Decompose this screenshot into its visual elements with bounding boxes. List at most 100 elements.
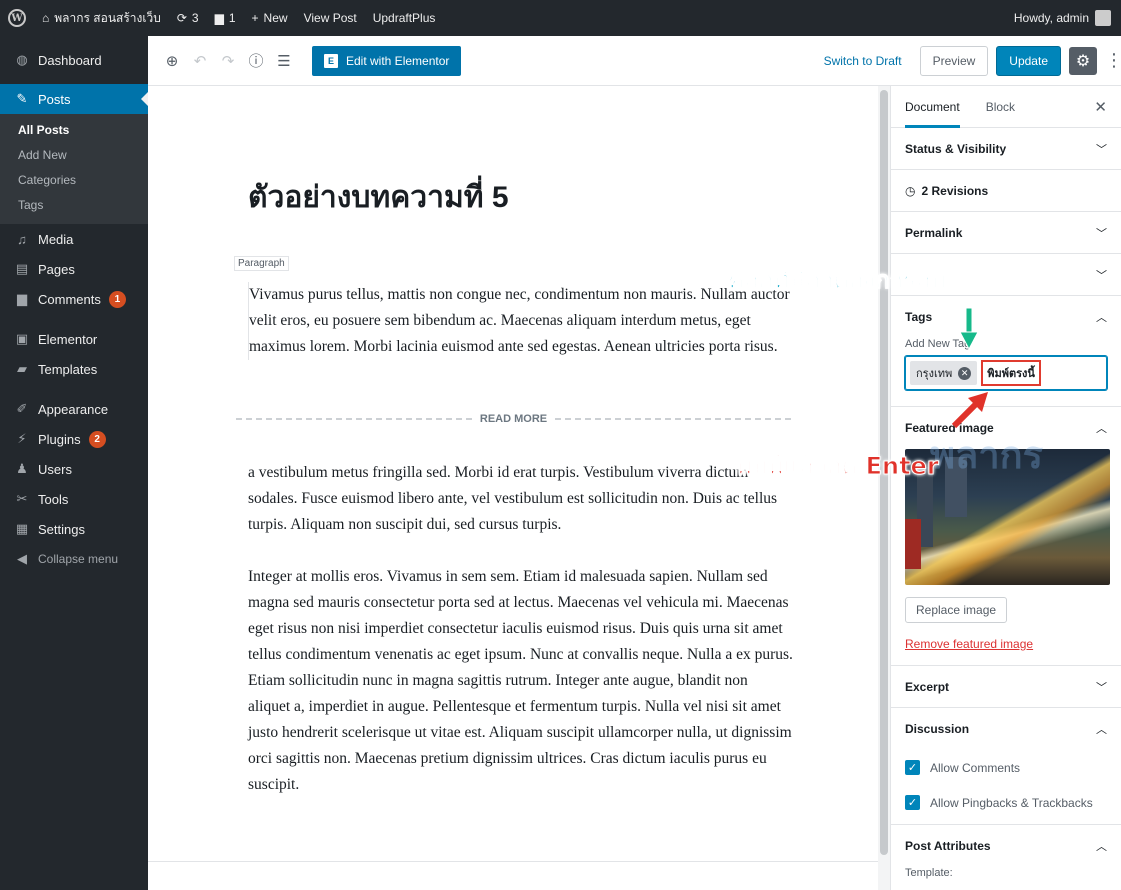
pushpin-icon: ✎ [16, 91, 28, 106]
settings-gear-icon[interactable]: ⚙ [1069, 46, 1097, 75]
tag-chip: กรุงเทพ ✕ [910, 361, 978, 385]
updates-icon: ⟳ [176, 11, 187, 25]
avatar [1095, 10, 1111, 26]
switch-to-draft-link[interactable]: Switch to Draft [824, 54, 902, 68]
sidebar-item-posts[interactable]: ✎ Posts [0, 84, 148, 114]
submenu-all-posts[interactable]: All Posts [0, 118, 148, 143]
submenu-add-new[interactable]: Add New [0, 143, 148, 168]
redo-icon[interactable]: ↷ [214, 52, 242, 70]
sidebar-item-label: Posts [38, 91, 71, 107]
chevron-down-icon: ﹀ [1096, 143, 1107, 156]
account-menu[interactable]: Howdy, admin [1006, 0, 1121, 36]
replace-image-button[interactable]: Replace image [905, 597, 1008, 623]
remove-featured-image-link[interactable]: Remove featured image [905, 637, 1107, 651]
howdy-text: Howdy, admin [1013, 11, 1089, 25]
comments-menu[interactable]: ▆ 1 [207, 0, 244, 36]
tab-block[interactable]: Block [986, 86, 1015, 128]
add-block-icon[interactable]: ⊕ [158, 52, 186, 70]
preview-button[interactable]: Preview [919, 45, 989, 76]
sidebar-item-tools[interactable]: ✂ Tools [0, 484, 148, 514]
panel-title: Tags [905, 310, 933, 324]
plugin-icon: ⚡ [17, 431, 27, 446]
sidebar-item-appearance[interactable]: ✐ Appearance [0, 394, 148, 424]
more-options-icon[interactable]: ⋮ [1105, 50, 1121, 71]
tag-chip-label: กรุงเทพ [916, 368, 953, 380]
tab-document[interactable]: Document [905, 86, 960, 128]
new-content-menu[interactable]: + New [244, 0, 296, 36]
annotation-click-to-delete: คลิกที่นี่ถ้าต้องการลบ [727, 266, 947, 295]
panel-discussion-body: ✓ Allow Comments ✓ Allow Pingbacks & Tra… [891, 750, 1121, 825]
info-icon[interactable]: ⓘ [242, 50, 270, 71]
edit-with-elementor-button[interactable]: E Edit with Elementor [312, 45, 462, 76]
panel-discussion-header[interactable]: Discussion ︿ [891, 708, 1121, 750]
sidebar-item-dashboard[interactable]: ◍ Dashboard [0, 45, 148, 75]
wrench-icon: ✂ [16, 491, 28, 506]
panel-permalink[interactable]: Permalink ﹀ [891, 212, 1121, 254]
sidebar-item-label: Users [38, 461, 72, 477]
panel-post-attributes-body: Template: [891, 867, 1121, 879]
collapse-menu-button[interactable]: ◀ Collapse menu [0, 544, 148, 574]
allow-pingbacks-checkbox[interactable]: ✓ Allow Pingbacks & Trackbacks [905, 785, 1107, 820]
paragraph-block[interactable]: Integer at mollis eros. Vivamus in sem s… [248, 564, 793, 798]
chevron-down-icon: ﹀ [1096, 681, 1107, 694]
media-icon: ♫ [17, 231, 27, 247]
panel-tags-header[interactable]: Tags ︿ [891, 296, 1121, 338]
sidebar-item-plugins[interactable]: ⚡ Plugins 2 [0, 424, 148, 454]
sidebar-item-media[interactable]: ♫ Media [0, 224, 148, 254]
sidebar-item-elementor[interactable]: ▣ Elementor [0, 324, 148, 354]
panel-status-visibility[interactable]: Status & Visibility ﹀ [891, 128, 1121, 170]
chevron-up-icon: ︿ [1096, 841, 1107, 853]
sidebar-item-settings[interactable]: ▦ Settings [0, 514, 148, 544]
undo-icon[interactable]: ↶ [186, 52, 214, 70]
checkbox-label: Allow Comments [930, 760, 1021, 775]
read-more-separator[interactable]: READ MORE [236, 413, 792, 425]
sidebar-item-templates[interactable]: ▰ Templates [0, 354, 148, 384]
allow-comments-checkbox[interactable]: ✓ Allow Comments [905, 750, 1107, 785]
sidebar-item-label: Settings [38, 521, 85, 537]
block-navigation-icon[interactable]: ☰ [270, 52, 298, 70]
sidebar-item-label: Templates [38, 361, 98, 377]
folder-icon: ▰ [17, 361, 27, 376]
post-title[interactable]: ตัวอย่างบทความที่ 5 [248, 174, 509, 221]
panel-excerpt[interactable]: Excerpt ﹀ [891, 666, 1121, 708]
view-post-link[interactable]: View Post [296, 0, 365, 36]
submenu-tags[interactable]: Tags [0, 193, 148, 218]
editor-toolbar: ⊕ ↶ ↷ ⓘ ☰ E Edit with Elementor Switch t… [148, 36, 1121, 86]
sidebar-item-users[interactable]: ♟ Users [0, 454, 148, 484]
sidebar-item-comments[interactable]: ▆ Comments 1 [0, 284, 148, 314]
edit-elementor-label: Edit with Elementor [346, 53, 450, 68]
panel-tags-body: Add New Tag กรุงเทพ ✕ พิมพ์ตรงนี้ [891, 338, 1121, 407]
sidebar-item-label: Appearance [38, 401, 109, 417]
submenu-categories[interactable]: Categories [0, 168, 148, 193]
watermark-text: พลากร [930, 435, 1044, 477]
close-icon[interactable]: ✕ [1094, 98, 1107, 116]
tags-input[interactable]: กรุงเทพ ✕ พิมพ์ตรงนี้ [905, 356, 1107, 390]
paragraph-block[interactable]: Vivamus purus tellus, mattis non congue … [248, 282, 793, 360]
updates-count: 3 [191, 11, 199, 25]
wordpress-logo-icon: W [8, 9, 26, 27]
template-label: Template: [905, 867, 953, 879]
remove-tag-icon[interactable]: ✕ [958, 366, 972, 380]
updraftplus-menu[interactable]: UpdraftPlus [365, 0, 444, 36]
site-name-menu[interactable]: ⌂ พลากร สอนสร้างเว็บ [34, 0, 169, 36]
dashboard-icon: ◍ [16, 52, 28, 67]
updates-menu[interactable]: ⟳ 3 [169, 0, 207, 36]
panel-title: Permalink [905, 225, 963, 240]
users-icon: ♟ [16, 461, 28, 476]
panel-title: Status & Visibility [905, 141, 1007, 156]
sidebar-item-label: Comments [38, 291, 101, 307]
sidebar-item-pages[interactable]: ▤ Pages [0, 254, 148, 284]
comment-bubble-icon: ▆ [214, 11, 224, 25]
tag-typing-text[interactable]: พิมพ์ตรงนี้ [981, 360, 1041, 386]
editor-canvas: ตัวอย่างบทความที่ 5 Paragraph Vivamus pu… [148, 86, 878, 890]
comments-icon: ▆ [17, 291, 27, 306]
wp-logo-menu[interactable]: W [0, 0, 34, 36]
revisions-link[interactable]: ◷ 2 Revisions [891, 170, 1121, 212]
paragraph-block[interactable]: a vestibulum metus fringilla sed. Morbi … [248, 460, 793, 538]
update-button[interactable]: Update [996, 45, 1061, 76]
canvas-footer-divider [148, 861, 878, 890]
revisions-clock-icon: ◷ [905, 183, 916, 198]
panel-post-attributes-header[interactable]: Post Attributes ︿ [891, 825, 1121, 867]
collapse-label: Collapse menu [38, 552, 119, 566]
dashed-line [555, 418, 792, 420]
